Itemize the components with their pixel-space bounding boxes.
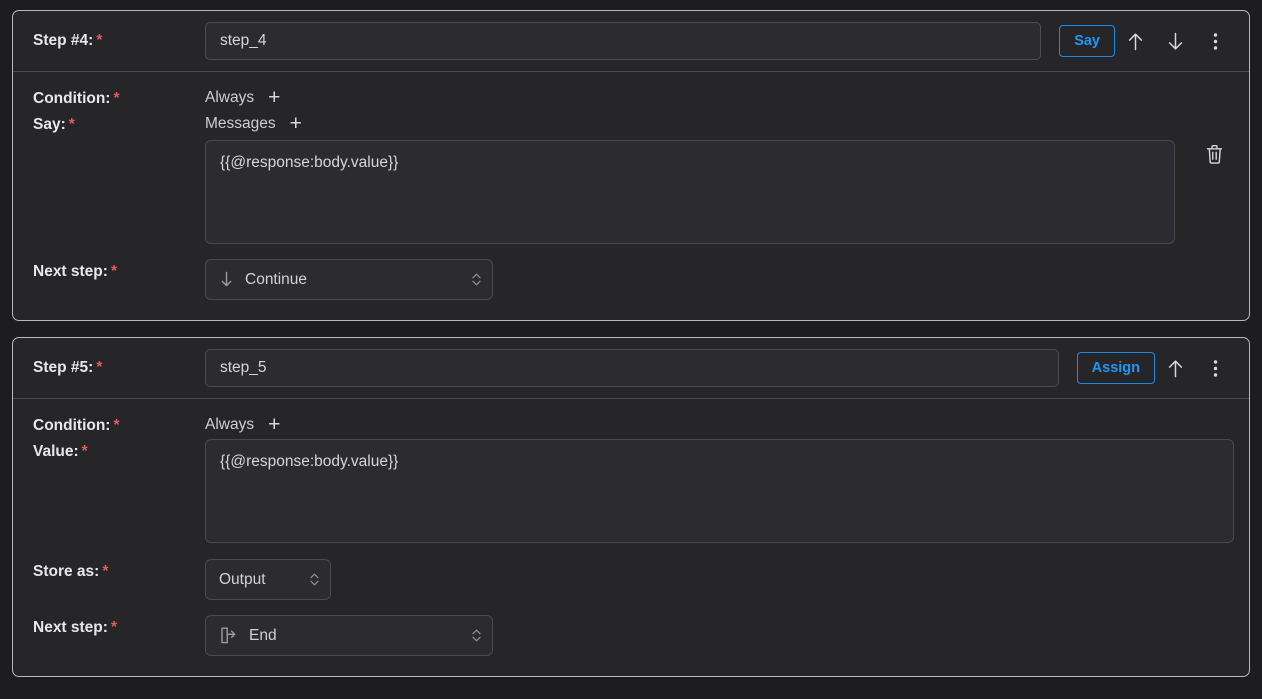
step-5-label-text: Step #5:	[33, 359, 94, 376]
step-4-next-step-required-marker: *	[110, 263, 117, 280]
step-4-body: Condition:* Always + Say:* Messages +	[13, 72, 1249, 320]
kebab-menu-icon	[1213, 32, 1218, 51]
step-5-value-row: Value: * {{@response:body.value}}	[33, 439, 1235, 543]
arrow-down-icon	[219, 271, 234, 288]
step-5-name-input[interactable]	[205, 349, 1059, 387]
step-4-add-condition-button[interactable]: +	[268, 87, 280, 108]
exit-door-icon	[219, 626, 238, 645]
chevron-updown-icon	[471, 271, 482, 288]
step-4-next-step-label: Next step: *	[33, 259, 205, 281]
step-5-next-step-row: Next step: * End	[33, 604, 1235, 656]
step-4-name-input[interactable]	[205, 22, 1042, 60]
step-4-next-step-select[interactable]: Continue	[205, 259, 493, 300]
step-5-value-label: Value: *	[33, 439, 205, 461]
kebab-menu-icon	[1213, 359, 1218, 378]
step-4-say-label: Say: *	[33, 112, 205, 134]
step-4-more-menu-button[interactable]	[1195, 26, 1235, 56]
step-4-say-required-marker: *	[68, 116, 75, 133]
step-4-say-content: Messages +	[205, 112, 1235, 134]
step-5-store-as-content: Output	[205, 547, 1235, 600]
step-5-store-as-select[interactable]: Output	[205, 559, 331, 600]
step-5-required-marker: *	[96, 359, 103, 376]
step-4-message-spacer	[33, 138, 205, 142]
arrow-up-icon	[1167, 359, 1184, 378]
step-4-next-step-content: Continue	[205, 248, 1235, 300]
step-5-body: Condition: * Always + Value: * {{@response…	[13, 399, 1249, 676]
step-5-condition-label-text: Condition:	[33, 417, 111, 434]
step-4-message-row: {{@response:body.value}}	[33, 138, 1235, 244]
step-5-move-up-button[interactable]	[1155, 353, 1195, 383]
step-5-condition-content: Always +	[205, 413, 1235, 435]
step-5-store-as-label: Store as: *	[33, 559, 205, 581]
step-5-condition-label: Condition: *	[33, 413, 205, 435]
step-editor-page: Step #4:* Say	[0, 0, 1262, 699]
step-4-message-textarea[interactable]: {{@response:body.value}}	[205, 140, 1176, 244]
arrow-down-icon	[1167, 32, 1184, 51]
step-5-next-step-select[interactable]: End	[205, 615, 493, 656]
step-4-condition-content: Always +	[205, 86, 1235, 108]
step-5-next-step-label: Next step: *	[33, 615, 205, 637]
step-5-label: Step #5: *	[33, 359, 205, 377]
step-4-move-down-button[interactable]	[1155, 26, 1195, 56]
step-4-message-content: {{@response:body.value}}	[205, 138, 1235, 244]
step-4-messages-value[interactable]: Messages	[205, 112, 276, 133]
step-5-condition-required-marker: *	[113, 417, 120, 434]
step-5-store-as-row: Store as: * Output	[33, 547, 1235, 600]
step-5-value-required-marker: *	[81, 443, 88, 460]
step-4-say-row: Say: * Messages +	[33, 112, 1235, 134]
step-5-value-content: {{@response:body.value}}	[205, 439, 1235, 543]
step-5-value-textarea[interactable]: {{@response:body.value}}	[205, 439, 1234, 543]
step-4-type-button[interactable]: Say	[1059, 24, 1115, 58]
arrow-up-icon	[1127, 32, 1144, 51]
step-5-condition-row: Condition: * Always +	[33, 413, 1235, 435]
step-4-delete-message-button[interactable]	[1193, 138, 1235, 174]
step-4-required-marker: *	[96, 32, 103, 49]
step-5-type-button[interactable]: Assign	[1076, 351, 1155, 385]
step-4-condition-required-marker: *	[113, 90, 120, 107]
chevron-updown-icon	[309, 571, 320, 588]
step-4-condition-row: Condition: * Always +	[33, 86, 1235, 108]
step-5-next-step-label-text: Next step:	[33, 619, 108, 636]
step-4-next-step-label-text: Next step:	[33, 263, 108, 280]
step-4-add-message-button[interactable]: +	[290, 113, 302, 134]
step-5-header-actions: Assign	[1076, 351, 1235, 385]
step-4-message-wrap: {{@response:body.value}}	[205, 138, 1235, 244]
step-4-condition-label-text: Condition:	[33, 90, 111, 107]
step-5-next-step-content: End	[205, 604, 1235, 656]
chevron-updown-icon	[471, 627, 482, 644]
step-5-store-as-required-marker: *	[102, 563, 109, 580]
step-5-add-condition-button[interactable]: +	[268, 414, 280, 435]
step-4-condition-value[interactable]: Always	[205, 86, 254, 107]
step-card-5: Step #5:* Assign Con	[12, 337, 1250, 677]
step-4-say-label-text: Say:	[33, 116, 66, 133]
step-5-condition-value[interactable]: Always	[205, 413, 254, 434]
step-4-label: Step #4: *	[33, 32, 205, 50]
step-5-next-step-required-marker: *	[110, 619, 117, 636]
trash-icon	[1205, 144, 1224, 168]
step-5-store-as-value: Output	[219, 570, 266, 588]
step-4-move-up-button[interactable]	[1115, 26, 1155, 56]
step-4-header: Step #4:* Say	[13, 11, 1249, 72]
step-4-header-actions: Say	[1059, 24, 1235, 58]
step-5-value-label-text: Value:	[33, 443, 79, 460]
step-5-header: Step #5:* Assign	[13, 338, 1249, 399]
step-4-label-text: Step #4:	[33, 32, 94, 49]
step-4-next-step-row: Next step: * Continue	[33, 248, 1235, 300]
step-5-store-as-label-text: Store as:	[33, 563, 100, 580]
step-4-condition-label: Condition: *	[33, 86, 205, 108]
step-5-next-step-value: End	[249, 626, 277, 644]
step-4-next-step-value: Continue	[245, 270, 308, 288]
step-5-more-menu-button[interactable]	[1195, 353, 1235, 383]
step-card-4: Step #4:* Say	[12, 10, 1250, 321]
